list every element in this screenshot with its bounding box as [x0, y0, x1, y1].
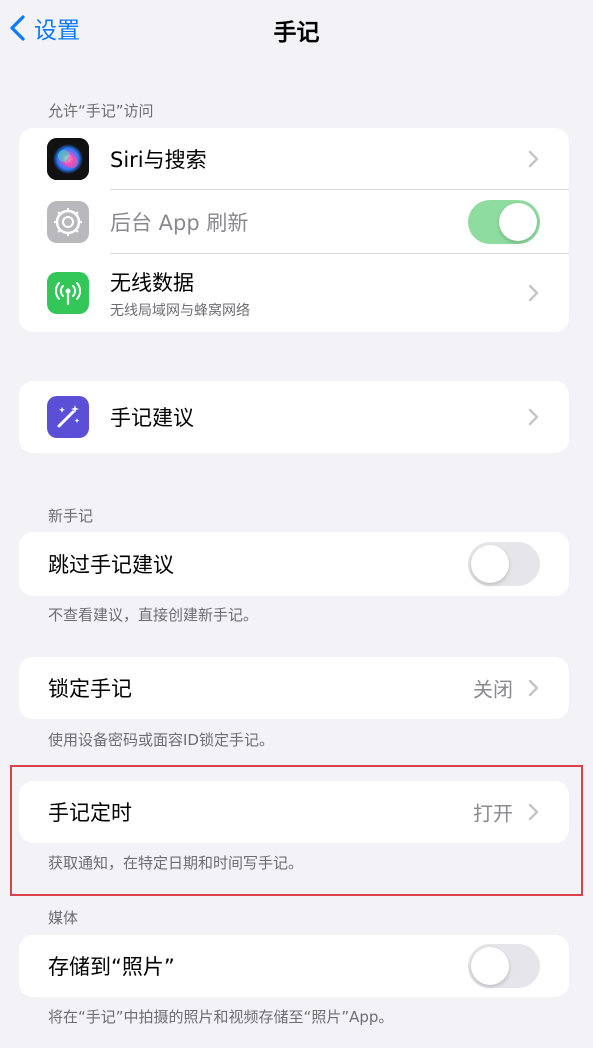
new-entries-group: 跳过手记建议	[19, 532, 569, 596]
lock-journal-row[interactable]: 锁定手记 关闭	[19, 657, 569, 719]
chevron-right-icon	[528, 284, 539, 302]
toggle-knob	[499, 203, 537, 241]
skip-suggestions-label: 跳过手记建议	[48, 553, 174, 577]
lock-journal-value: 关闭	[473, 677, 513, 702]
highlight-box	[10, 765, 583, 896]
magic-wand-icon	[47, 396, 89, 438]
wireless-data-label: 无线数据	[110, 270, 194, 295]
antenna-icon	[47, 272, 89, 314]
save-to-photos-label: 存储到“照片”	[48, 955, 175, 979]
background-refresh-row: 后台 App 刷新	[19, 190, 569, 254]
new-entries-footer: 不查看建议，直接创建新手记。	[48, 606, 259, 624]
journaling-suggestions-row[interactable]: 手记建议	[19, 381, 569, 453]
save-to-photos-row: 存储到“照片”	[19, 935, 569, 997]
background-refresh-toggle[interactable]	[468, 200, 540, 244]
media-footer: 将在“手记”中拍摄的照片和视频存储至“照片”App。	[48, 1008, 394, 1026]
skip-suggestions-toggle[interactable]	[468, 542, 540, 586]
journaling-suggestions-label: 手记建议	[110, 406, 194, 430]
chevron-right-icon	[528, 150, 539, 168]
toggle-knob	[471, 545, 509, 583]
siri-search-label: Siri与搜索	[110, 148, 207, 172]
lock-group: 锁定手记 关闭	[19, 657, 569, 719]
new-entries-section-header: 新手记	[48, 507, 94, 525]
media-section-header: 媒体	[48, 909, 79, 927]
lock-journal-label: 锁定手记	[48, 677, 132, 701]
siri-icon	[47, 138, 89, 180]
media-group: 存储到“照片”	[19, 935, 569, 997]
background-refresh-label: 后台 App 刷新	[110, 211, 249, 235]
toggle-knob	[471, 947, 509, 985]
access-section-header: 允许“手记”访问	[48, 102, 154, 120]
chevron-right-icon	[528, 679, 539, 697]
skip-suggestions-row: 跳过手记建议	[19, 532, 569, 596]
wireless-data-row[interactable]: 无线数据 无线局域网与蜂窝网络	[19, 254, 569, 332]
wireless-data-sublabel: 无线局域网与蜂窝网络	[110, 302, 250, 319]
siri-search-row[interactable]: Siri与搜索	[19, 128, 569, 190]
suggestions-group: 手记建议	[19, 381, 569, 453]
page-title: 手记	[273, 20, 320, 46]
access-group: Siri与搜索 后台 App 刷新 无线数据 无线局域网与蜂窝网络	[19, 128, 569, 332]
save-to-photos-toggle[interactable]	[468, 944, 540, 988]
gear-icon	[47, 201, 89, 243]
lock-footer: 使用设备密码或面容ID锁定手记。	[48, 731, 274, 749]
chevron-right-icon	[528, 408, 539, 426]
navigation-bar: 设置 手记	[0, 0, 593, 56]
